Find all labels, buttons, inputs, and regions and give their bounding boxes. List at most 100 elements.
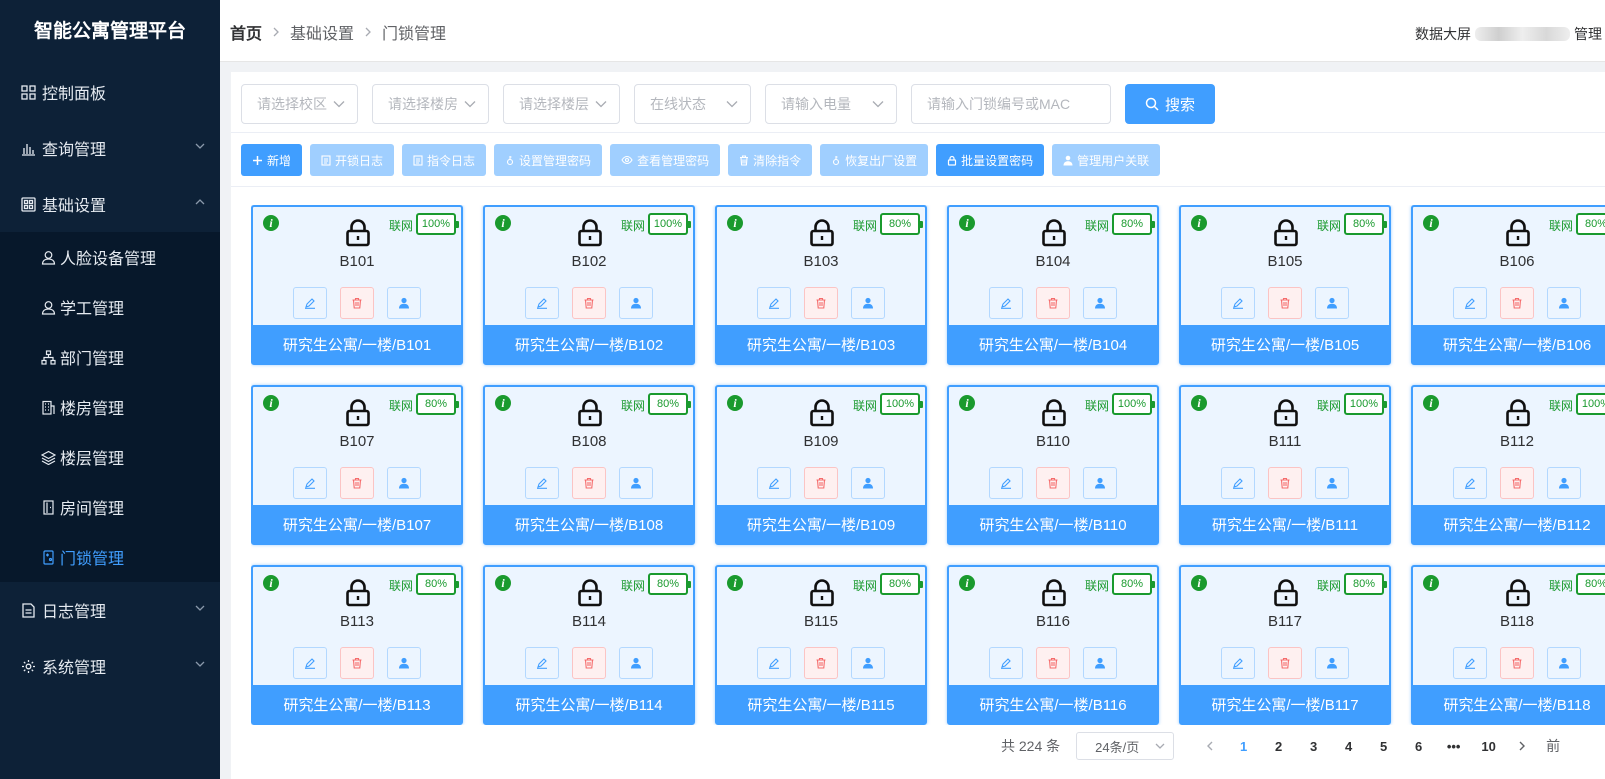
building-select[interactable]: 请选择楼房 — [372, 84, 489, 124]
delete-button[interactable] — [804, 467, 838, 499]
edit-button[interactable] — [1221, 467, 1255, 499]
sidebar-item-student-affairs[interactable]: 学工管理 — [0, 282, 220, 332]
delete-button[interactable] — [340, 287, 374, 319]
delete-button[interactable] — [572, 647, 606, 679]
edit-button[interactable] — [525, 647, 559, 679]
delete-button[interactable] — [340, 467, 374, 499]
page-size-select[interactable]: 24条/页 — [1076, 732, 1175, 760]
info-icon[interactable]: i — [263, 395, 279, 411]
assign-user-button[interactable] — [619, 647, 653, 679]
lock-card[interactable]: i 联网 80% B116 研究生公寓/一楼/B116 — [947, 565, 1159, 725]
delete-button[interactable] — [1500, 287, 1534, 319]
delete-button[interactable] — [1500, 467, 1534, 499]
edit-button[interactable] — [757, 647, 791, 679]
lock-search-input[interactable] — [911, 84, 1111, 124]
info-icon[interactable]: i — [1191, 395, 1207, 411]
lock-card[interactable]: i 联网 80% B106 研究生公寓/一楼/B106 — [1411, 205, 1605, 365]
breadcrumb-home[interactable]: 首页 — [230, 20, 262, 44]
assign-user-button[interactable] — [1083, 467, 1117, 499]
delete-button[interactable] — [572, 287, 606, 319]
edit-button[interactable] — [1453, 647, 1487, 679]
edit-button[interactable] — [293, 287, 327, 319]
info-icon[interactable]: i — [1191, 575, 1207, 591]
edit-button[interactable] — [757, 287, 791, 319]
edit-button[interactable] — [1221, 287, 1255, 319]
lock-card[interactable]: i 联网 100% B109 研究生公寓/一楼/B109 — [715, 385, 927, 545]
assign-user-button[interactable] — [387, 467, 421, 499]
assign-user-button[interactable] — [851, 647, 885, 679]
lock-card[interactable]: i 联网 80% B118 研究生公寓/一楼/B118 — [1411, 565, 1605, 725]
delete-button[interactable] — [340, 647, 374, 679]
sidebar-item-face-device[interactable]: 人脸设备管理 — [0, 232, 220, 282]
info-icon[interactable]: i — [959, 215, 975, 231]
toolbar-button-3[interactable]: 设置管理密码 — [494, 144, 603, 176]
edit-button[interactable] — [1221, 647, 1255, 679]
edit-button[interactable] — [989, 287, 1023, 319]
assign-user-button[interactable] — [851, 467, 885, 499]
delete-button[interactable] — [1036, 467, 1070, 499]
edit-button[interactable] — [989, 467, 1023, 499]
floor-select[interactable]: 请选择楼层 — [503, 84, 620, 124]
info-icon[interactable]: i — [1423, 215, 1439, 231]
delete-button[interactable] — [1500, 647, 1534, 679]
lock-card[interactable]: i 联网 80% B117 研究生公寓/一楼/B117 — [1179, 565, 1391, 725]
toolbar-button-5[interactable]: 清除指令 — [728, 144, 813, 176]
delete-button[interactable] — [1036, 647, 1070, 679]
toolbar-button-6[interactable]: 恢复出厂设置 — [820, 144, 929, 176]
assign-user-button[interactable] — [619, 287, 653, 319]
lock-card[interactable]: i 联网 100% B111 研究生公寓/一楼/B111 — [1179, 385, 1391, 545]
sidebar-item-logs[interactable]: 日志管理 — [0, 582, 220, 638]
edit-button[interactable] — [989, 647, 1023, 679]
info-icon[interactable]: i — [495, 575, 511, 591]
toolbar-button-8[interactable]: 管理用户关联 — [1052, 144, 1161, 176]
lock-card[interactable]: i 联网 80% B115 研究生公寓/一楼/B115 — [715, 565, 927, 725]
page-number[interactable]: 1 — [1226, 739, 1261, 754]
page-number[interactable]: 2 — [1261, 739, 1296, 754]
lock-card[interactable]: i 联网 100% B110 研究生公寓/一楼/B110 — [947, 385, 1159, 545]
online-status-select[interactable]: 在线状态 — [634, 84, 751, 124]
delete-button[interactable] — [572, 467, 606, 499]
edit-button[interactable] — [1453, 467, 1487, 499]
sidebar-item-basic-settings[interactable]: 基础设置 — [0, 176, 220, 232]
lock-card[interactable]: i 联网 80% B103 研究生公寓/一楼/B103 — [715, 205, 927, 365]
edit-button[interactable] — [525, 467, 559, 499]
edit-button[interactable] — [525, 287, 559, 319]
edit-button[interactable] — [293, 647, 327, 679]
sidebar-item-floor[interactable]: 楼层管理 — [0, 432, 220, 482]
sidebar-item-dashboard[interactable]: 控制面板 — [0, 64, 220, 120]
assign-user-button[interactable] — [619, 467, 653, 499]
info-icon[interactable]: i — [727, 395, 743, 411]
info-icon[interactable]: i — [1191, 215, 1207, 231]
info-icon[interactable]: i — [495, 395, 511, 411]
delete-button[interactable] — [1268, 287, 1302, 319]
info-icon[interactable]: i — [727, 575, 743, 591]
toolbar-button-1[interactable]: 开锁日志 — [310, 144, 395, 176]
lock-card[interactable]: i 联网 80% B108 研究生公寓/一楼/B108 — [483, 385, 695, 545]
search-button[interactable]: 搜索 — [1125, 84, 1215, 124]
lock-card[interactable]: i 联网 100% B102 研究生公寓/一楼/B102 — [483, 205, 695, 365]
sidebar-item-door-lock[interactable]: 门锁管理 — [0, 532, 220, 582]
lock-card[interactable]: i 联网 100% B101 研究生公寓/一楼/B101 — [251, 205, 463, 365]
edit-button[interactable] — [757, 467, 791, 499]
assign-user-button[interactable] — [1547, 287, 1581, 319]
info-icon[interactable]: i — [959, 395, 975, 411]
delete-button[interactable] — [804, 647, 838, 679]
lock-card[interactable]: i 联网100% B112 研究生公寓/一楼/B112 — [1411, 385, 1605, 545]
breadcrumb-basic-settings[interactable]: 基础设置 — [290, 20, 354, 44]
lock-card[interactable]: i 联网 80% B104 研究生公寓/一楼/B104 — [947, 205, 1159, 365]
assign-user-button[interactable] — [1315, 647, 1349, 679]
toolbar-button-0[interactable]: 新增 — [241, 144, 303, 176]
page-number[interactable]: 4 — [1331, 739, 1366, 754]
battery-select[interactable]: 请输入电量 — [765, 84, 897, 124]
assign-user-button[interactable] — [1083, 647, 1117, 679]
sidebar-item-system[interactable]: 系统管理 — [0, 638, 220, 694]
assign-user-button[interactable] — [1547, 467, 1581, 499]
page-ellipsis[interactable]: ••• — [1436, 739, 1471, 754]
assign-user-button[interactable] — [1315, 467, 1349, 499]
page-number[interactable]: 3 — [1296, 739, 1331, 754]
info-icon[interactable]: i — [495, 215, 511, 231]
assign-user-button[interactable] — [851, 287, 885, 319]
info-icon[interactable]: i — [959, 575, 975, 591]
data-screen-link[interactable]: 数据大屏 — [1415, 24, 1471, 44]
sidebar-item-department[interactable]: 部门管理 — [0, 332, 220, 382]
